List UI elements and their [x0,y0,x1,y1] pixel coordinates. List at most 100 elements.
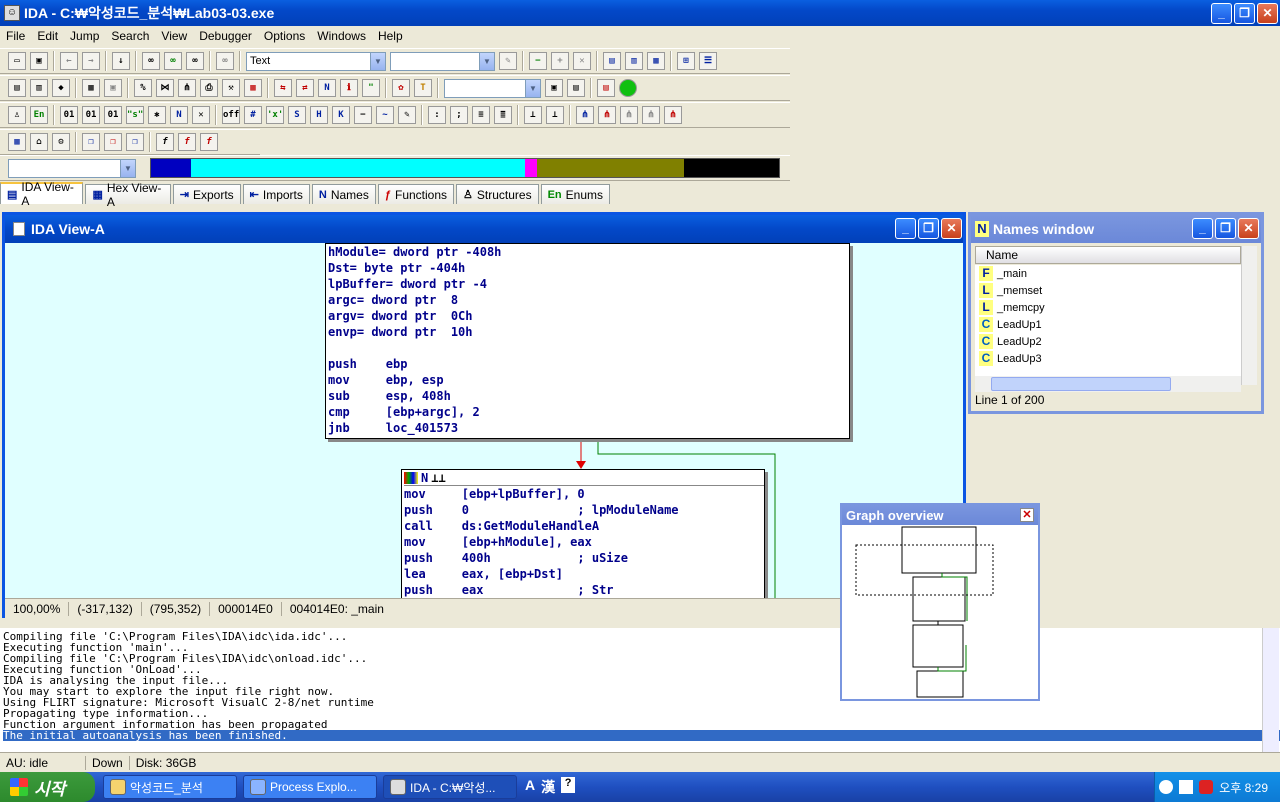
windows-red-icon[interactable]: ❐ [104,133,122,151]
ida-view-minimize-button[interactable]: _ [895,218,916,239]
pen-icon[interactable]: ✎ [499,52,517,70]
language-bar[interactable]: A 漢 ? [525,777,576,797]
clock[interactable]: 오후 8:29 [1219,779,1268,796]
gear-icon[interactable]: ⚙ [52,133,70,151]
open-icon[interactable]: ▭ [8,52,26,70]
jump-down-icon[interactable]: ↓ [112,52,130,70]
string-icon[interactable]: " [362,79,380,97]
colon-icon[interactable]: : [428,106,446,124]
debug-opt-1-icon[interactable]: ▣ [545,79,563,97]
menu-file[interactable]: File [0,29,31,43]
function-f-icon[interactable]: f [156,133,174,151]
ida-view-maximize-button[interactable]: ❐ [918,218,939,239]
flow-5-icon[interactable]: ⋔ [664,106,682,124]
asm-line[interactable]: argv= dword ptr 0Ch [328,308,849,324]
asm-line[interactable]: envp= dword ptr 10h [328,324,849,340]
tab-functions[interactable]: ƒ Functions [377,184,455,204]
debug-opt-2-icon[interactable]: ▤ [567,79,585,97]
delete-icon[interactable]: ✕ [573,52,591,70]
windows-icon[interactable]: ❐ [82,133,100,151]
asm-line[interactable]: push 0 ; lpModuleName [404,502,764,518]
debugger-combo[interactable]: ▼ [444,78,541,98]
asm-line[interactable]: mov ebp, esp [328,372,849,388]
close-button[interactable]: ✕ [1257,3,1278,24]
security-shield-icon[interactable] [1199,780,1214,794]
navigation-band[interactable] [150,158,780,178]
stack-var-icon[interactable]: ℹ [340,79,358,97]
name-n-icon[interactable]: N [318,79,336,97]
data-ref-icon[interactable]: ⇄ [296,79,314,97]
segments-icon[interactable]: ▤ [8,79,26,97]
string-s-icon[interactable]: "s" [126,106,144,124]
asm-line[interactable]: Dst= byte ptr -404h [328,260,849,276]
chevron-down-icon[interactable]: ▼ [479,52,494,70]
data-icon[interactable]: 01 [82,106,100,124]
names-maximize-button[interactable]: ❐ [1215,218,1236,239]
enum-en-icon[interactable]: En [30,106,48,124]
list-item[interactable]: C LeadUp1 [975,316,1241,333]
negate-icon[interactable]: − [354,106,372,124]
scroll-thumb[interactable] [991,377,1171,391]
tab-exports[interactable]: ⇥ Exports [172,184,241,204]
asm-line[interactable]: lpBuffer= dword ptr -4 [328,276,849,292]
chevron-down-icon[interactable]: ▼ [525,79,540,97]
flow-3-icon[interactable]: ⋔ [620,106,638,124]
binoculars-disabled-icon[interactable]: ∞ [216,52,234,70]
disabled-icon[interactable]: ▣ [104,79,122,97]
chevron-down-icon[interactable]: ▼ [370,52,385,70]
flow-4-icon[interactable]: ⋔ [642,106,660,124]
menu-edit[interactable]: Edit [31,29,64,43]
window-layout-2-icon[interactable]: ▥ [625,52,643,70]
asm-line[interactable]: mov [ebp+lpBuffer], 0 [404,486,764,502]
layout-icon[interactable]: ☰ [699,52,717,70]
graph-icon[interactable]: ⊞ [677,52,695,70]
menu-windows[interactable]: Windows [311,29,372,43]
windows-blue-icon[interactable]: ❐ [126,133,144,151]
struct-icon[interactable]: ✿ [392,79,410,97]
type-t-icon[interactable]: T [414,79,432,97]
segment-combo[interactable]: ▼ [8,158,136,178]
ida-view-close-button[interactable]: ✕ [941,218,962,239]
tab-ida-view-a[interactable]: ▤ IDA View-A [0,180,84,208]
undefined-icon[interactable]: 01 [104,106,122,124]
menu-debugger[interactable]: Debugger [193,29,258,43]
chart2-icon[interactable]: ⊥ [546,106,564,124]
back-icon[interactable]: ← [60,52,78,70]
segment-s-icon[interactable]: S [288,106,306,124]
bookmark-icon[interactable]: ⌂ [30,133,48,151]
asm-line[interactable]: call ds:GetModuleHandleA [404,518,764,534]
flow-1-icon[interactable]: ⋔ [576,106,594,124]
calculator-icon[interactable]: ▦ [8,133,26,151]
graph-canvas[interactable]: hModule= dword ptr -408h Dst= byte ptr -4… [5,243,963,598]
list-item[interactable]: C LeadUp3 [975,350,1241,367]
menu-options[interactable]: Options [258,29,311,43]
asm-line[interactable]: push 400h ; uSize [404,550,764,566]
output-window[interactable]: Compiling file 'C:\Program Files\IDA\idc… [0,628,1280,752]
asm-line[interactable]: lea eax, [ebp+Dst] [404,566,764,582]
minimize-button[interactable]: _ [1211,3,1232,24]
tab-imports[interactable]: ⇤ Imports [242,184,310,204]
k-icon[interactable]: K [332,106,350,124]
expand-icon[interactable]: + [551,52,569,70]
menu-search[interactable]: Search [105,29,155,43]
names-horizontal-scrollbar[interactable] [975,376,1241,392]
asm-line[interactable]: hModule= dword ptr -408h [328,244,849,260]
pencil-icon[interactable]: ✎ [398,106,416,124]
list-item[interactable]: F _main [975,265,1241,282]
tray-app-icon[interactable] [1179,780,1194,794]
text-search-combo[interactable]: Text ▼ [246,51,386,71]
asm-line[interactable]: argc= dword ptr 8 [328,292,849,308]
list-item[interactable]: L _memcpy [975,299,1241,316]
char-x-icon[interactable]: 'x' [266,106,284,124]
tree-icon[interactable]: ⋈ [156,79,174,97]
tray-chevron-icon[interactable] [1159,780,1174,794]
rename-n-icon[interactable]: N [170,106,188,124]
asm-line[interactable]: push eax ; Str [404,582,764,598]
forward-icon[interactable]: → [82,52,100,70]
taskbar-item-ida[interactable]: IDA - C:₩악성... [383,775,517,799]
list-item[interactable]: C LeadUp2 [975,333,1241,350]
print-icon[interactable]: ⎙ [200,79,218,97]
names-close-button[interactable]: ✕ [1238,218,1259,239]
binoculars-text-icon[interactable]: ∞ [186,52,204,70]
graph-overview-canvas[interactable] [842,525,1038,699]
